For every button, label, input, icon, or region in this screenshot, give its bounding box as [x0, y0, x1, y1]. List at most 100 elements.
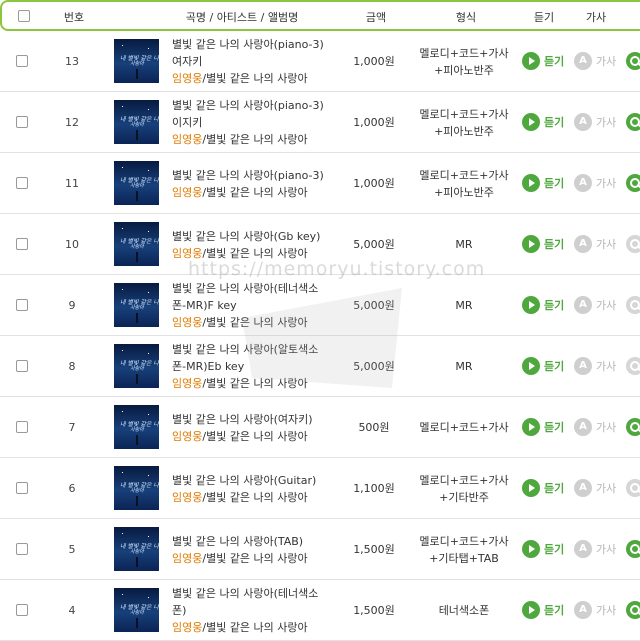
price: 1,000원 [353, 55, 395, 68]
lyrics-button[interactable]: A 가사 [574, 113, 616, 131]
search-icon[interactable] [626, 296, 640, 314]
table-row: 10 내 별빛 같은 나의 사랑아 별빛 같은 나의 사랑아(Gb key) 임… [0, 214, 640, 275]
album-name[interactable]: /별빛 같은 나의 사랑아 [202, 72, 307, 85]
artist-name[interactable]: 임영웅 [172, 377, 202, 390]
lyrics-icon: A [574, 479, 592, 497]
song-title[interactable]: 별빛 같은 나의 사랑아(알토색소 폰-MR)Eb key [172, 341, 350, 375]
album-thumbnail[interactable]: 내 별빛 같은 나의 사랑아 [114, 344, 159, 388]
format-line2: +피아노반주 [434, 124, 494, 138]
album-thumbnail[interactable]: 내 별빛 같은 나의 사랑아 [114, 527, 159, 571]
listen-button[interactable]: 듣기 [522, 174, 564, 192]
listen-button[interactable]: 듣기 [522, 235, 564, 253]
lyrics-button[interactable]: A 가사 [574, 174, 616, 192]
play-icon [522, 540, 540, 558]
artist-name[interactable]: 임영웅 [172, 552, 202, 565]
song-info: 별빛 같은 나의 사랑아(테너색소 폰) 임영웅/별빛 같은 나의 사랑아 [172, 580, 350, 641]
song-title[interactable]: 별빛 같은 나의 사랑아(테너색소 폰-MR)F key [172, 280, 350, 314]
album-name[interactable]: /별빛 같은 나의 사랑아 [202, 430, 307, 443]
listen-button[interactable]: 듣기 [522, 601, 564, 619]
song-title[interactable]: 별빛 같은 나의 사랑아(여자키) [172, 411, 350, 428]
artist-name[interactable]: 임영웅 [172, 72, 202, 85]
row-checkbox[interactable] [16, 421, 28, 433]
lyrics-button[interactable]: A 가사 [574, 601, 616, 619]
album-name[interactable]: /별빛 같은 나의 사랑아 [202, 186, 307, 199]
lyrics-button[interactable]: A 가사 [574, 540, 616, 558]
search-icon[interactable] [626, 540, 640, 558]
album-name[interactable]: /별빛 같은 나의 사랑아 [202, 247, 307, 260]
search-icon[interactable] [626, 235, 640, 253]
listen-button[interactable]: 듣기 [522, 418, 564, 436]
search-icon[interactable] [626, 174, 640, 192]
album-thumbnail[interactable]: 내 별빛 같은 나의 사랑아 [114, 405, 159, 449]
lyrics-button[interactable]: A 가사 [574, 52, 616, 70]
header-format: 형식 [455, 11, 477, 24]
song-title[interactable]: 별빛 같은 나의 사랑아(piano-3) 여자키 [172, 36, 350, 70]
search-icon[interactable] [626, 52, 640, 70]
listen-button[interactable]: 듣기 [522, 52, 564, 70]
row-checkbox[interactable] [16, 55, 28, 67]
album-thumbnail[interactable]: 내 별빛 같은 나의 사랑아 [114, 283, 159, 327]
row-checkbox[interactable] [16, 543, 28, 555]
artist-name[interactable]: 임영웅 [172, 316, 202, 329]
lyrics-button[interactable]: A 가사 [574, 235, 616, 253]
album-thumbnail[interactable]: 내 별빛 같은 나의 사랑아 [114, 39, 159, 83]
song-title-line2: 폰-MR)F key [172, 299, 237, 312]
album-thumbnail[interactable]: 내 별빛 같은 나의 사랑아 [114, 100, 159, 144]
album-thumbnail[interactable]: 내 별빛 같은 나의 사랑아 [114, 222, 159, 266]
song-info: 별빛 같은 나의 사랑아(Guitar) 임영웅/별빛 같은 나의 사랑아 [172, 458, 350, 519]
album-name[interactable]: /별빛 같은 나의 사랑아 [202, 621, 307, 634]
listen-button[interactable]: 듣기 [522, 479, 564, 497]
artist-name[interactable]: 임영웅 [172, 430, 202, 443]
song-title[interactable]: 별빛 같은 나의 사랑아(piano-3) 이지키 [172, 97, 350, 131]
row-checkbox[interactable] [16, 604, 28, 616]
lyrics-button[interactable]: A 가사 [574, 418, 616, 436]
thumbnail-text-line2: 사랑아 [130, 122, 144, 128]
row-checkbox[interactable] [16, 482, 28, 494]
album-thumbnail[interactable]: 내 별빛 같은 나의 사랑아 [114, 466, 159, 510]
album-name[interactable]: /별빛 같은 나의 사랑아 [202, 377, 307, 390]
song-title[interactable]: 별빛 같은 나의 사랑아(테너색소 폰) [172, 585, 350, 619]
album-name[interactable]: /별빛 같은 나의 사랑아 [202, 316, 307, 329]
row-checkbox[interactable] [16, 299, 28, 311]
song-title[interactable]: 별빛 같은 나의 사랑아(Guitar) [172, 472, 350, 489]
song-title[interactable]: 별빛 같은 나의 사랑아(Gb key) [172, 228, 350, 245]
row-checkbox[interactable] [16, 177, 28, 189]
album-name[interactable]: /별빛 같은 나의 사랑아 [202, 491, 307, 504]
thumbnail-text-line2: 사랑아 [130, 305, 144, 311]
listen-label: 듣기 [544, 55, 565, 68]
search-icon[interactable] [626, 418, 640, 436]
search-icon[interactable] [626, 479, 640, 497]
song-title-line1: 별빛 같은 나의 사랑아(Gb key) [172, 229, 321, 243]
artist-name[interactable]: 임영웅 [172, 491, 202, 504]
row-number: 6 [68, 482, 76, 495]
song-title[interactable]: 별빛 같은 나의 사랑아(TAB) [172, 533, 350, 550]
thumbnail-text-line2: 사랑아 [130, 244, 144, 250]
album-thumbnail[interactable]: 내 별빛 같은 나의 사랑아 [114, 588, 159, 632]
listen-button[interactable]: 듣기 [522, 540, 564, 558]
row-checkbox[interactable] [16, 116, 28, 128]
search-icon[interactable] [626, 601, 640, 619]
format-line1: 테너색소폰 [438, 604, 490, 617]
listen-button[interactable]: 듣기 [522, 357, 564, 375]
lyrics-button[interactable]: A 가사 [574, 296, 616, 314]
play-icon [522, 235, 540, 253]
lyrics-button[interactable]: A 가사 [574, 479, 616, 497]
lyrics-button[interactable]: A 가사 [574, 357, 616, 375]
listen-button[interactable]: 듣기 [522, 113, 564, 131]
song-info: 별빛 같은 나의 사랑아(TAB) 임영웅/별빛 같은 나의 사랑아 [172, 519, 350, 580]
album-name[interactable]: /별빛 같은 나의 사랑아 [202, 552, 307, 565]
artist-name[interactable]: 임영웅 [172, 621, 202, 634]
album-thumbnail[interactable]: 내 별빛 같은 나의 사랑아 [114, 161, 159, 205]
album-name[interactable]: /별빛 같은 나의 사랑아 [202, 133, 307, 146]
artist-name[interactable]: 임영웅 [172, 247, 202, 260]
song-title[interactable]: 별빛 같은 나의 사랑아(piano-3) [172, 167, 350, 184]
artist-name[interactable]: 임영웅 [172, 186, 202, 199]
search-icon[interactable] [626, 113, 640, 131]
search-icon[interactable] [626, 357, 640, 375]
row-checkbox[interactable] [16, 238, 28, 250]
listen-button[interactable]: 듣기 [522, 296, 564, 314]
row-checkbox[interactable] [16, 360, 28, 372]
artist-name[interactable]: 임영웅 [172, 133, 202, 146]
select-all-checkbox[interactable] [18, 10, 30, 22]
table-row: 7 내 별빛 같은 나의 사랑아 별빛 같은 나의 사랑아(여자키) 임영웅/별… [0, 397, 640, 458]
